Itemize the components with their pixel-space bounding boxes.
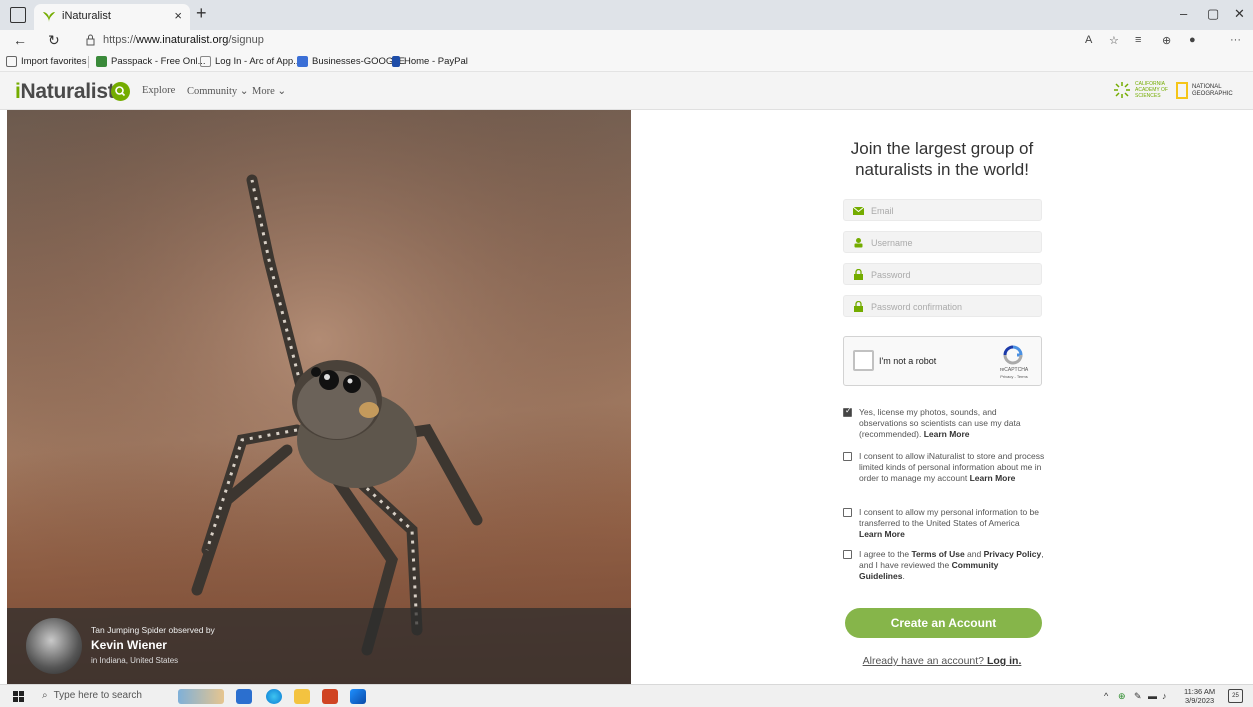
edge-icon[interactable] <box>266 689 282 704</box>
tab-title: iNaturalist <box>62 10 111 22</box>
browser-tab[interactable]: iNaturalist × <box>34 4 190 30</box>
nav-more[interactable]: More ⌄ <box>252 85 286 97</box>
recaptcha-checkbox[interactable] <box>853 350 874 371</box>
login-link[interactable]: Log in. <box>987 655 1021 667</box>
username-field[interactable] <box>843 231 1042 253</box>
system-clock[interactable]: 11:36 AM 3/9/2023 <box>1184 687 1215 705</box>
personal-info-learn-more-link[interactable]: Learn More <box>970 473 1016 483</box>
paypal-icon <box>392 56 400 67</box>
inaturalist-favicon-icon <box>43 12 55 22</box>
favorite-google[interactable]: Businesses-GOOGLE <box>297 56 405 67</box>
hero-photo: Tan Jumping Spider observed by Kevin Wie… <box>7 110 631 684</box>
outlook-icon[interactable] <box>236 689 252 704</box>
recaptcha-privacy-link[interactable]: Privacy - Terms <box>992 374 1036 379</box>
form-title: Join the largest group of naturalists in… <box>850 139 1034 179</box>
volume-icon[interactable]: ♪ <box>1162 691 1167 701</box>
terms-of-use-link[interactable]: Terms of Use <box>911 549 964 559</box>
windows-taskbar: ⌕ Type here to search ^ ⊕ ✎ ▬ ♪ 11:36 AM… <box>0 684 1253 707</box>
favorites-list-icon[interactable]: ≡ <box>1135 34 1141 46</box>
envelope-icon <box>853 206 864 215</box>
restore-button[interactable]: ▢ <box>1207 6 1219 22</box>
login-prompt[interactable]: Already have an account? Log in. <box>842 655 1042 667</box>
user-icon <box>854 238 863 248</box>
natgeo-logo[interactable]: NATIONAL GEOGRAPHIC <box>1176 82 1233 99</box>
transfer-checkbox[interactable] <box>843 508 852 517</box>
search-icon: ⌕ <box>42 690 48 701</box>
password-field[interactable] <box>843 263 1042 285</box>
privacy-policy-link[interactable]: Privacy Policy <box>984 549 1042 559</box>
weather-widget-icon[interactable] <box>178 689 224 704</box>
email-input[interactable] <box>871 203 1036 218</box>
back-arrow-icon[interactable]: ← <box>13 32 27 48</box>
caption-species[interactable]: Tan Jumping Spider observed by <box>91 625 215 635</box>
pen-icon[interactable]: ✎ <box>1134 691 1142 702</box>
license-learn-more-link[interactable]: Learn More <box>924 429 970 439</box>
personal-info-checkbox[interactable] <box>843 452 852 461</box>
favorite-paypal[interactable]: Home - PayPal <box>392 56 468 67</box>
favorite-star-icon[interactable]: ☆ <box>1109 34 1119 47</box>
cal-academy-logo[interactable]: CALIFORNIA ACADEMY OF SCIENCES <box>1113 81 1169 99</box>
battery-icon[interactable]: ▬ <box>1148 691 1157 701</box>
photo-caption: Tan Jumping Spider observed by Kevin Wie… <box>7 608 631 684</box>
close-window-button[interactable]: ✕ <box>1234 6 1245 22</box>
read-aloud-icon[interactable]: A <box>1085 34 1092 46</box>
create-account-button[interactable]: Create an Account <box>845 608 1042 638</box>
url-field[interactable]: https://www.inaturalist.org/signup <box>103 34 264 46</box>
natgeo-border-icon <box>1176 82 1188 99</box>
tab-close-icon[interactable]: × <box>174 8 182 23</box>
nav-explore[interactable]: Explore <box>142 85 175 96</box>
password-confirm-input[interactable] <box>871 299 1036 314</box>
lock-icon <box>854 301 863 312</box>
license-checkbox[interactable] <box>843 406 852 417</box>
transfer-learn-more-link[interactable]: Learn More <box>859 529 905 539</box>
tray-app-icon[interactable]: ⊕ <box>1118 691 1126 702</box>
taskbar-search[interactable]: ⌕ Type here to search <box>42 690 142 701</box>
nav-community[interactable]: Community ⌄ <box>187 85 249 97</box>
tray-chevron-icon[interactable]: ^ <box>1104 691 1108 701</box>
terms-checkbox[interactable] <box>843 550 852 559</box>
more-menu-icon[interactable]: ··· <box>1230 34 1241 46</box>
file-explorer-icon[interactable] <box>294 689 310 704</box>
profile-icon[interactable]: ● <box>1189 34 1196 46</box>
favorite-passpack[interactable]: Passpack - Free Onl... <box>96 56 206 67</box>
page-icon <box>200 56 211 67</box>
caption-observer[interactable]: Kevin Wiener <box>91 638 167 652</box>
lock-icon[interactable] <box>86 34 95 46</box>
inaturalist-logo[interactable]: iNaturalist <box>15 80 115 104</box>
google-business-icon <box>297 56 308 67</box>
site-header: iNaturalist Explore Community ⌄ More ⌄ C… <box>0 72 1253 110</box>
photos-icon[interactable] <box>350 689 366 704</box>
search-icon[interactable] <box>111 82 130 101</box>
password-confirm-field[interactable] <box>843 295 1042 317</box>
password-input[interactable] <box>871 267 1036 282</box>
sunburst-icon <box>1114 82 1130 98</box>
office-icon[interactable] <box>322 689 338 704</box>
refresh-icon[interactable]: ↻ <box>48 32 60 49</box>
lock-icon <box>854 269 863 280</box>
minimize-button[interactable]: – <box>1180 6 1187 21</box>
browser-tab-bar: iNaturalist × + – ▢ ✕ <box>0 0 1253 30</box>
jumping-spider-illustration <box>7 110 631 684</box>
favorite-import[interactable]: Import favorites <box>6 56 86 67</box>
recaptcha-brand: reCAPTCHA <box>999 367 1029 373</box>
address-bar-row: ← ↻ https://www.inaturalist.org/signup A… <box>0 30 1253 52</box>
new-tab-button[interactable]: + <box>196 3 207 24</box>
favorites-bar: Import favorites Passpack - Free Onl... … <box>0 52 1253 72</box>
recaptcha-label: I'm not a robot <box>879 356 937 366</box>
observer-avatar[interactable] <box>26 618 82 674</box>
tab-actions-icon[interactable] <box>10 7 26 23</box>
recaptcha-icon <box>1003 345 1023 365</box>
caption-location: in Indiana, United States <box>91 656 179 665</box>
import-icon <box>6 56 17 67</box>
notification-icon[interactable]: 25 <box>1228 689 1243 703</box>
collections-icon[interactable]: ⊕ <box>1162 34 1171 47</box>
recaptcha-widget: I'm not a robot reCAPTCHA Privacy - Term… <box>843 336 1042 386</box>
username-input[interactable] <box>871 235 1036 250</box>
windows-start-icon[interactable] <box>13 691 24 702</box>
passpack-icon <box>96 56 107 67</box>
favorite-arc[interactable]: Log In - Arc of App... <box>200 56 301 67</box>
email-field[interactable] <box>843 199 1042 221</box>
